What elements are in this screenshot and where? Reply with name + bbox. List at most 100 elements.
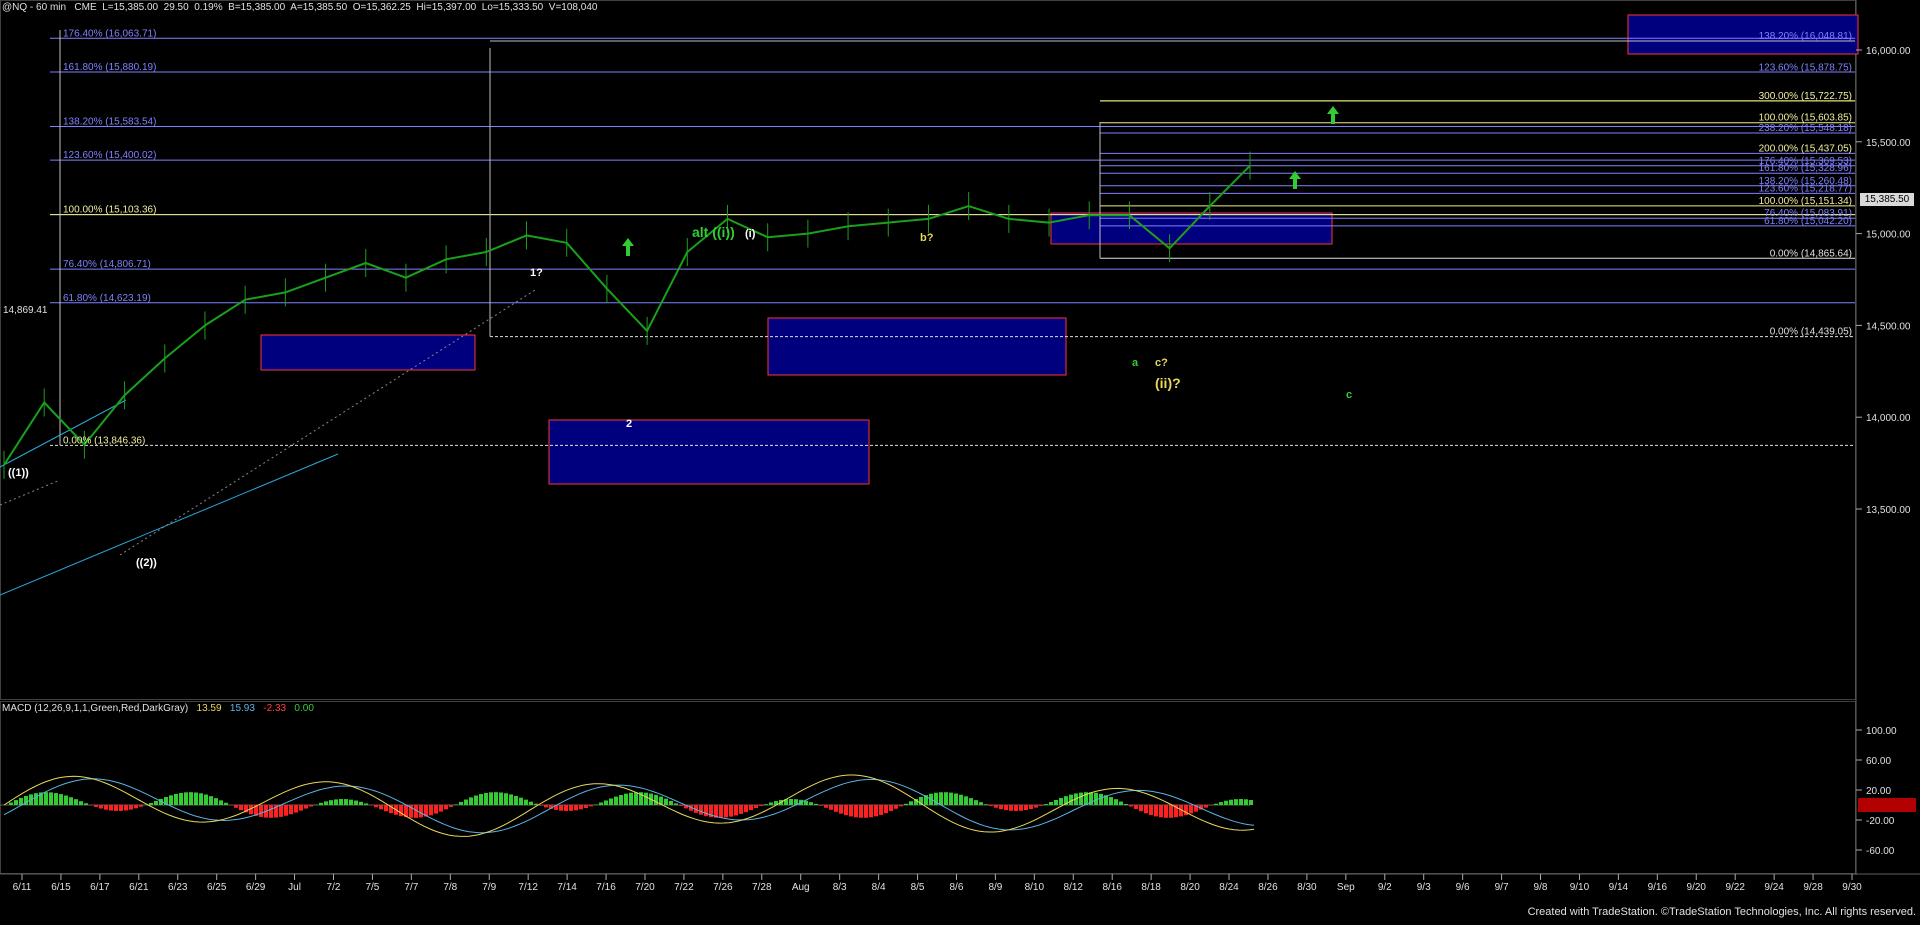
macd-hist-bar (564, 805, 568, 811)
macd-hist-bar (1049, 802, 1053, 805)
time-tick-label: 6/23 (168, 882, 188, 893)
macd-hist-bar (614, 797, 618, 805)
macd-hist-bar (354, 801, 358, 805)
macd-hist-bar (619, 795, 623, 805)
time-tick-label: 9/28 (1803, 882, 1823, 893)
macd-hist-bar (189, 792, 193, 805)
macd-hist-bar (959, 795, 963, 805)
time-tick-label: 7/9 (482, 882, 496, 893)
time-tick-label: 9/14 (1609, 882, 1629, 893)
macd-hist-bar (454, 804, 458, 805)
macd-hist-bar (509, 794, 513, 805)
time-tick-label: 7/28 (752, 882, 772, 893)
symbol-label[interactable]: @NQ - 60 min (2, 2, 66, 13)
macd-hist-bar (339, 799, 343, 805)
time-tick-label: 7/12 (518, 882, 538, 893)
wave-label: ((1)) (8, 467, 29, 479)
macd-hist-bar (219, 800, 223, 805)
time-tick-label: 8/26 (1258, 882, 1278, 893)
macd-hist-bar (439, 805, 443, 812)
macd-hist-marker (1858, 798, 1916, 812)
macd-hist-bar (819, 805, 823, 806)
macd-hist-bar (854, 805, 858, 817)
macd-tick-label: -20.00 (1866, 816, 1895, 827)
macd-hist-bar (1189, 805, 1193, 813)
macd-hist-bar (764, 804, 768, 805)
footer-credit: Created with TradeStation. ©TradeStation… (1528, 906, 1916, 918)
macd-hist-bar (974, 800, 978, 805)
time-tick-label: 9/10 (1570, 882, 1590, 893)
macd-hist-bar (479, 794, 483, 805)
exchange-label: CME (74, 2, 96, 13)
fib-label: 200.00% (15,437.05) (1759, 143, 1852, 154)
macd-hist-bar (859, 805, 863, 818)
chart-svg[interactable]: 100.0060.0020.00-20.00-60.00 176.40% (16… (0, 0, 1920, 920)
macd-title-row: MACD (12,26,9,1,1,Green,Red,DarkGray) 13… (2, 703, 314, 714)
time-tick-label: 6/11 (13, 882, 32, 893)
macd-hist-bar (899, 805, 903, 806)
macd-hist-bar (49, 792, 53, 805)
wave-label: a (1132, 357, 1139, 369)
fib-label: 238.20% (15,548.18) (1759, 123, 1852, 134)
high-price: Hi=15,397.00 (416, 2, 476, 13)
time-tick-label: 8/30 (1297, 882, 1317, 893)
time-tick-label: 6/25 (207, 882, 227, 893)
macd-hist-bar (279, 805, 283, 817)
fib-label: 76.40% (14,806.71) (63, 259, 151, 270)
time-tick-label: 9/6 (1456, 882, 1470, 893)
macd-hist-bar (319, 803, 323, 805)
macd-hist-bar (84, 803, 88, 805)
macd-hist-bar (104, 805, 108, 810)
wave-label: c (1346, 389, 1352, 401)
macd-tick-label: 60.00 (1866, 756, 1891, 767)
macd-hist-bar (629, 793, 633, 805)
macd-hist-bar (734, 805, 738, 815)
time-tick-label: Jul (288, 882, 301, 893)
channel-line (0, 400, 126, 467)
macd-hist-bar (969, 798, 973, 805)
open-price: O=15,362.25 (353, 2, 411, 13)
macd-hist-bar (114, 805, 118, 811)
fib-label: 123.60% (15,878.75) (1759, 62, 1852, 73)
macd-hist-bar (724, 805, 728, 817)
macd-hist-bar (699, 805, 703, 815)
macd-hist-bar (214, 798, 218, 805)
macd-hist-bar (1219, 802, 1223, 805)
time-tick-label: 7/7 (404, 882, 418, 893)
macd-hist-bar (1009, 805, 1013, 811)
left-price-marker: 14,869.41 (3, 305, 48, 316)
fib-label: 100.00% (15,103.36) (63, 205, 156, 216)
macd-hist-bar (44, 792, 48, 805)
macd-hist-bar (179, 793, 183, 805)
macd-hist-bar (359, 802, 363, 805)
macd-hist-bar (109, 805, 113, 811)
macd-line (4, 775, 1254, 836)
wave-label: 2 (626, 418, 632, 430)
time-tick-label: 8/18 (1141, 882, 1161, 893)
time-tick-label: 9/3 (1417, 882, 1431, 893)
macd-hist-bar (259, 805, 263, 817)
macd-pane-frame (1, 702, 1856, 874)
macd-hist-bar (514, 796, 518, 805)
time-tick-label: 7/8 (443, 882, 457, 893)
macd-hist-bar (384, 805, 388, 811)
wave-label: (ii)? (1155, 375, 1181, 391)
macd-hist-bar (544, 805, 548, 807)
target-box (768, 318, 1066, 375)
macd-hist-bar (1044, 804, 1048, 805)
macd-hist-bar (759, 805, 763, 806)
macd-hist-bar (599, 802, 603, 805)
time-tick-label: 7/22 (674, 882, 694, 893)
macd-hist-bar (1054, 800, 1058, 805)
macd-hist-bar (79, 801, 83, 805)
macd-hist-bar (489, 792, 493, 805)
macd-hist-bar (644, 793, 648, 805)
time-tick-label: Sep (1337, 882, 1355, 893)
macd-hist-bar (289, 805, 293, 814)
macd-hist-bar (1114, 799, 1118, 805)
time-tick-label: 7/14 (557, 882, 577, 893)
time-tick-label: 8/6 (950, 882, 964, 893)
macd-hist-bar (204, 795, 208, 805)
wave-label: b? (920, 232, 934, 244)
macd-hist-bar (1134, 805, 1138, 809)
